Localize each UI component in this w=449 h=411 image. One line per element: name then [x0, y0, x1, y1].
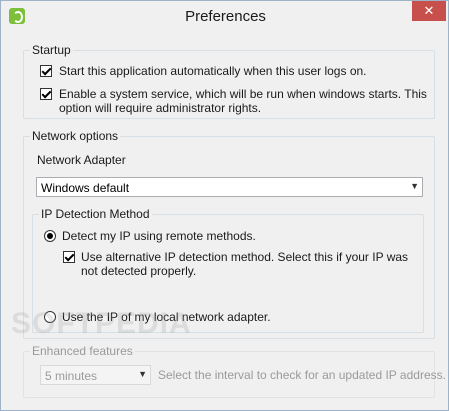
interval-select[interactable]: 5 minutes ▼ [40, 365, 151, 385]
title-bar[interactable]: Preferences ✕ [1, 1, 448, 31]
network-options-legend: Network options [32, 129, 119, 143]
network-adapter-label: Network Adapter [37, 153, 126, 167]
system-service-checkbox[interactable] [40, 88, 52, 100]
softpedia-watermark: SOFTPEDIA [11, 307, 192, 340]
window-title: Preferences [185, 8, 266, 25]
remote-methods-label[interactable]: Detect my IP using remote methods. [62, 229, 256, 243]
chevron-down-icon: ▼ [410, 181, 419, 191]
close-button[interactable]: ✕ [412, 1, 446, 21]
auto-start-label[interactable]: Start this application automatically whe… [59, 64, 367, 78]
alternative-detection-label-line1[interactable]: Use alternative IP detection method. Sel… [81, 250, 408, 264]
interval-value: 5 minutes [45, 369, 98, 383]
system-service-label-line2[interactable]: option will require administrator rights… [59, 101, 261, 115]
chevron-down-icon: ▼ [138, 369, 147, 379]
auto-start-checkbox[interactable] [40, 65, 52, 77]
interval-hint: Select the interval to check for an upda… [158, 368, 446, 382]
alternative-detection-label-line2[interactable]: not detected properly. [81, 264, 196, 278]
network-adapter-value: Windows default [41, 181, 130, 195]
system-service-label-line1[interactable]: Enable a system service, which will be r… [59, 87, 427, 101]
network-adapter-select[interactable]: Windows default ▼ [36, 177, 423, 197]
remote-methods-radio[interactable] [44, 230, 56, 242]
startup-legend: Startup [32, 43, 71, 57]
ip-detection-legend: IP Detection Method [41, 207, 150, 221]
alternative-detection-checkbox[interactable] [63, 251, 75, 263]
preferences-window: Preferences ✕ Startup Start this applica… [0, 0, 449, 411]
enhanced-features-legend: Enhanced features [32, 344, 133, 358]
